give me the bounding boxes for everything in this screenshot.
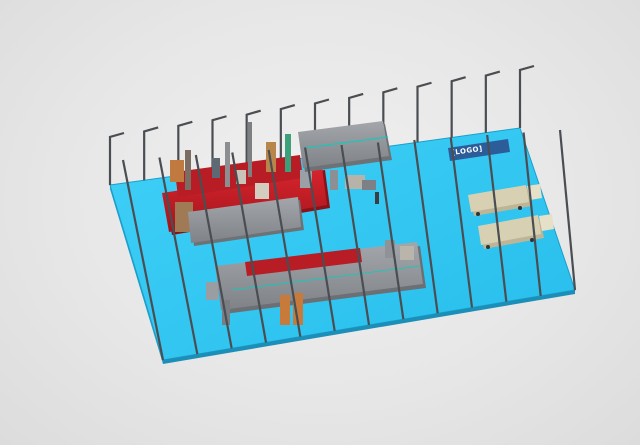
column-post — [108, 131, 125, 185]
cad-viewport[interactable]: [LOGO] — [0, 0, 640, 445]
column-post — [484, 70, 501, 133]
column-post — [518, 64, 535, 128]
column-post — [416, 81, 432, 143]
column-post — [143, 126, 159, 181]
column-post — [450, 76, 466, 138]
factory-layout-3d-view: [LOGO] — [108, 64, 577, 364]
